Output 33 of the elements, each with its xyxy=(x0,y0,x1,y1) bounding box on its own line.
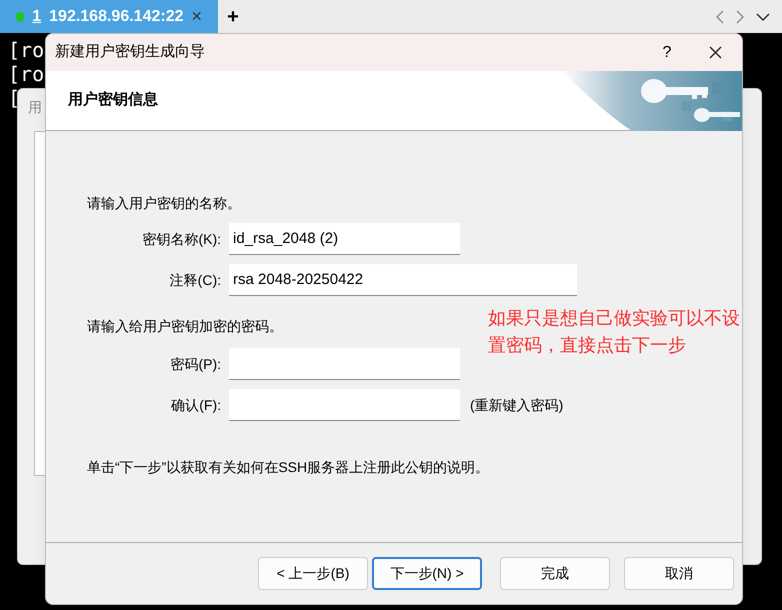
instruction-text: 请输入用户密钥的名称。 xyxy=(87,194,241,213)
dialog-title: 用 xyxy=(28,98,42,117)
field-hint: (重新键入密码) xyxy=(470,396,564,415)
field-label: 确认(F): xyxy=(170,396,222,415)
field-label: 密码(P): xyxy=(169,354,222,374)
field-label: 注释(C): xyxy=(168,270,222,290)
text-field[interactable]: rsa 2048-20250422 xyxy=(229,264,577,296)
dialog-title: 新建用户密钥生成向导 xyxy=(55,42,205,62)
field-label: 密钥名称(K): xyxy=(141,230,222,249)
password-field[interactable] xyxy=(229,389,460,421)
wizard-button[interactable]: 下一步(N) > xyxy=(372,557,482,590)
tab-number: 1 xyxy=(32,6,42,26)
wizard-button[interactable]: 完成 xyxy=(500,557,610,590)
right-chevron-icon[interactable] xyxy=(736,10,744,24)
text-field[interactable]: id_rsa_2048 (2) xyxy=(229,223,460,255)
session-tab[interactable]: 1 192.168.96.142:22 × xyxy=(0,0,218,33)
help-button[interactable]: ? xyxy=(645,40,689,64)
new-tab-button[interactable]: + xyxy=(218,0,248,33)
instruction-text: 单击“下一步”以获取有关如何在SSH服务器上注册此公钥的说明。 xyxy=(87,458,490,477)
terminal-line: [ xyxy=(8,86,20,110)
password-field[interactable] xyxy=(229,348,460,380)
annotation-text: 如果只是想自己做实验可以不设置密码，直接点击下一步 xyxy=(488,307,741,357)
page-heading: 用户密钥信息 xyxy=(68,90,158,110)
wizard-button[interactable]: 取消 xyxy=(624,557,734,590)
close-tab-button[interactable]: × xyxy=(191,3,202,30)
dropdown-chevron-icon[interactable] xyxy=(756,12,770,20)
tab-label: 192.168.96.142:22 xyxy=(49,6,184,26)
terminal-line: [ro xyxy=(8,62,44,86)
close-icon[interactable] xyxy=(709,46,722,59)
terminal-line: [ro xyxy=(8,38,44,62)
instruction-text: 请输入给用户密钥加密的密码。 xyxy=(87,317,283,336)
left-chevron-icon[interactable] xyxy=(716,10,724,24)
wizard-button[interactable]: < 上一步(B) xyxy=(258,557,368,590)
